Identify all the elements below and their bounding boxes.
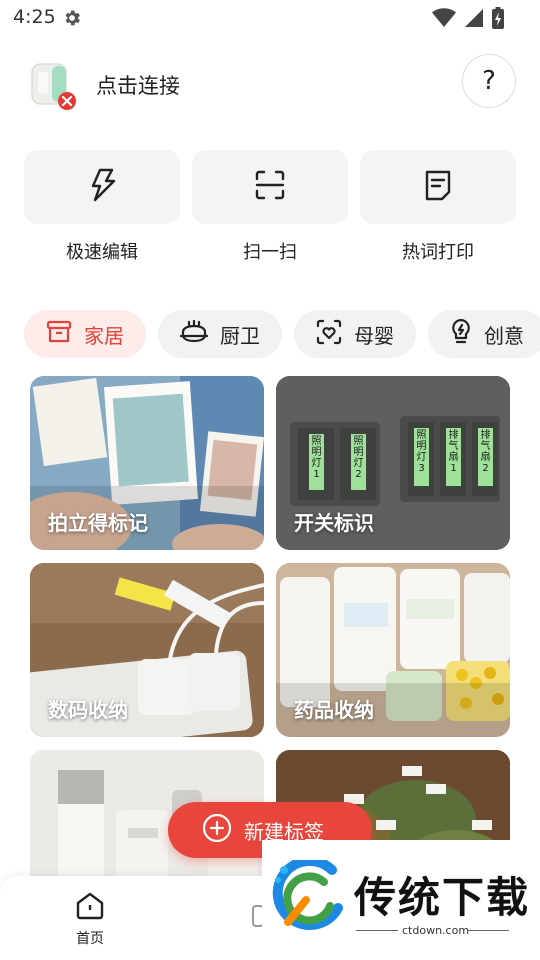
tab-label: 厨卫 <box>220 323 260 348</box>
cabinet-icon <box>46 320 72 349</box>
template-card-medicine-storage[interactable]: 药品收纳 <box>276 563 510 737</box>
watermark-rule <box>467 930 509 931</box>
feature-card[interactable] <box>360 150 516 224</box>
nav-home[interactable]: 首页 <box>62 890 118 948</box>
lightning-icon <box>87 168 117 206</box>
watermark: 传统下载 ctdown.com <box>262 840 540 940</box>
note-icon <box>423 169 453 205</box>
wifi-icon <box>432 8 456 32</box>
switch-label: 排气扇1 <box>448 430 459 474</box>
switch-label: 排气扇2 <box>480 430 491 474</box>
printer-device-image <box>30 60 78 110</box>
tab-kitchen-bath[interactable]: 厨卫 <box>158 310 282 358</box>
feature-label: 极速编辑 <box>66 242 138 263</box>
baby-heart-icon <box>316 319 342 350</box>
feature-scan[interactable]: 扫一扫 <box>192 150 348 270</box>
scan-icon <box>254 169 286 205</box>
template-card-digital-storage[interactable]: 数码收纳 <box>30 563 264 737</box>
status-time: 4:25 <box>13 6 56 28</box>
watermark-logo-icon <box>272 856 346 938</box>
card-title: 数码收纳 <box>48 698 128 722</box>
connect-label[interactable]: 点击连接 <box>96 70 180 100</box>
feature-label: 热词打印 <box>402 242 474 263</box>
template-card-instant-photo[interactable]: 拍立得标记 <box>30 376 264 550</box>
gear-icon <box>62 8 82 32</box>
tab-home-living[interactable]: 家居 <box>24 310 146 358</box>
switch-label: 照明灯2 <box>353 436 364 480</box>
help-button[interactable]: ? <box>462 54 516 108</box>
switch-label: 照明灯1 <box>311 436 322 480</box>
feature-label: 扫一扫 <box>243 242 297 263</box>
tab-baby[interactable]: 母婴 <box>294 310 416 358</box>
battery-charging-icon <box>492 7 504 33</box>
feature-quick-edit[interactable]: 极速编辑 <box>24 150 180 270</box>
tab-label: 家居 <box>84 323 124 348</box>
nav-home-label: 首页 <box>76 931 104 947</box>
pot-icon <box>179 319 209 349</box>
bulb-icon <box>450 318 472 351</box>
tab-creative[interactable]: 创意 <box>428 310 540 358</box>
watermark-url: ctdown.com <box>402 924 470 937</box>
template-card-switch-labels[interactable]: 照明灯1 照明灯2 照明灯3 排气扇1 排气扇2 开关标识 <box>276 376 510 550</box>
watermark-text: 传统下载 <box>354 873 531 922</box>
feature-card[interactable] <box>24 150 180 224</box>
card-title: 拍立得标记 <box>48 511 148 535</box>
home-icon <box>74 892 106 926</box>
plus-circle-icon <box>202 813 232 848</box>
tab-label: 创意 <box>484 323 524 348</box>
feature-shortcuts: 极速编辑 扫一扫 热词打印 <box>24 150 516 270</box>
feature-card[interactable] <box>192 150 348 224</box>
signal-icon <box>464 8 484 32</box>
card-title: 开关标识 <box>294 511 374 535</box>
tab-label: 母婴 <box>354 323 394 348</box>
watermark-rule <box>356 930 398 931</box>
feature-hotword-print[interactable]: 热词打印 <box>360 150 516 270</box>
device-connect-row[interactable]: 点击连接 ? <box>0 50 540 114</box>
switch-label: 照明灯3 <box>416 430 427 474</box>
card-title: 药品收纳 <box>294 698 374 722</box>
status-bar: 4:25 <box>0 0 540 36</box>
category-tabs: 家居 厨卫 母婴 创意 <box>24 310 540 358</box>
